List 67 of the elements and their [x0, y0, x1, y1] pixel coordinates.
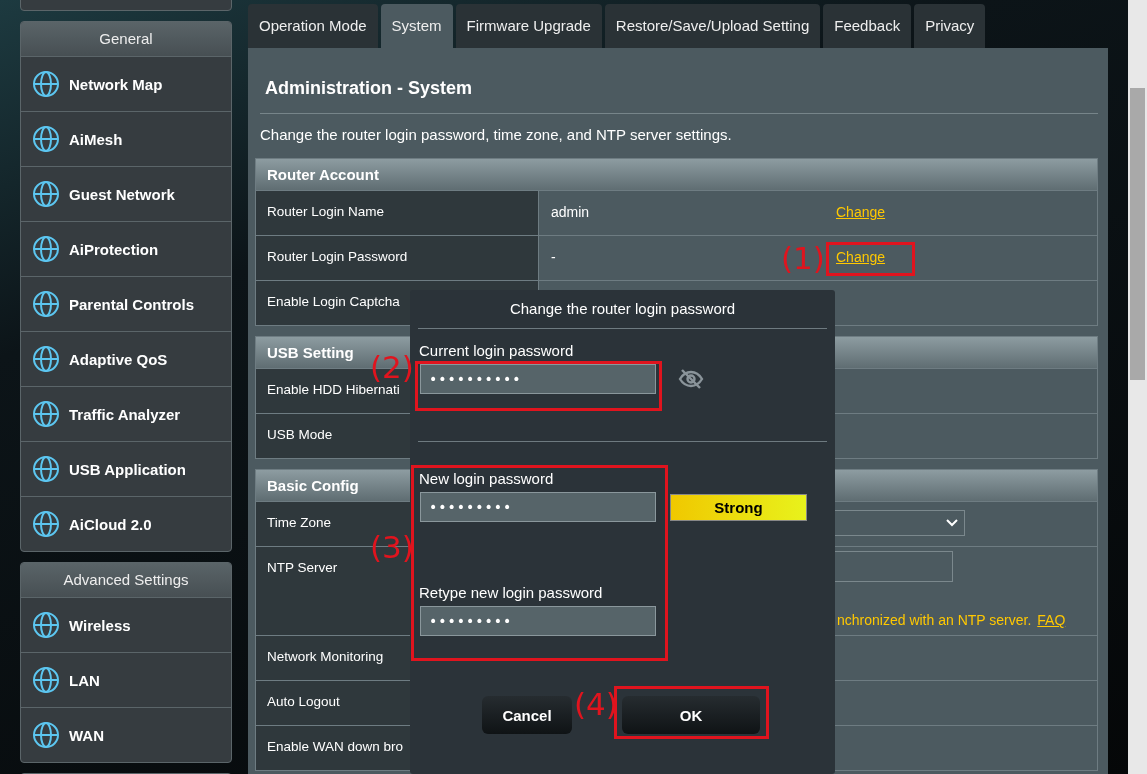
globe-icon	[31, 179, 61, 209]
tab[interactable]: Feedback	[823, 4, 912, 48]
globe-icon	[31, 454, 61, 484]
sidebar-item[interactable]: WAN	[21, 707, 231, 762]
sidebar-item[interactable]: USB Application	[21, 441, 231, 496]
tab[interactable]: Operation Mode	[248, 4, 378, 48]
sidebar-item[interactable]: LAN	[21, 652, 231, 707]
globe-icon	[31, 344, 61, 374]
setting-value: admin	[551, 204, 590, 220]
strength-meter: Strong	[670, 493, 807, 521]
password-field[interactable]: •••••••••	[420, 606, 656, 636]
setting-label: Auto Logout	[267, 694, 340, 709]
change-link[interactable]: Change	[836, 249, 886, 265]
change-link[interactable]: Change	[836, 204, 886, 220]
step-label: (4)	[574, 689, 618, 720]
step-label: (1)	[781, 243, 825, 274]
tab[interactable]: Restore/Save/Upload Setting	[604, 4, 821, 48]
tab[interactable]: System	[380, 4, 453, 48]
step-label: (3)	[370, 532, 414, 563]
chevron-icon	[946, 519, 958, 527]
globe-icon	[31, 234, 61, 264]
sidebar-heading: General	[21, 22, 231, 56]
setting-label: Enable WAN down bro	[267, 739, 404, 754]
setting-label: NTP Server	[267, 560, 338, 575]
globe-icon	[31, 399, 61, 429]
globe-icon	[31, 610, 61, 640]
field-label: New login password	[418, 469, 555, 489]
ntp-note: nchronized with an NTP server.	[837, 612, 1032, 628]
sidebar-heading: Advanced Settings	[21, 563, 231, 597]
sidebar-item[interactable]: AiProtection	[21, 221, 231, 276]
setting-label: Enable Login Captcha	[267, 294, 400, 309]
password-field[interactable]: ••••••••••	[420, 364, 656, 394]
sidebar-item[interactable]: Guest Network	[21, 166, 231, 221]
sidebar-item[interactable]: AiCloud 2.0	[21, 496, 231, 551]
globe-icon	[31, 720, 61, 750]
globe-icon	[31, 665, 61, 695]
setting-label: Time Zone	[267, 515, 332, 530]
setting-label: Network Monitoring	[267, 649, 384, 664]
sidebar-item[interactable]: Traffic Analyzer	[21, 386, 231, 441]
scrollbar-thumb[interactable]	[1130, 88, 1145, 380]
faq-link[interactable]: FAQ	[1037, 612, 1066, 628]
globe-icon	[31, 509, 61, 539]
globe-icon	[31, 289, 61, 319]
dialog-title: Change the router login password	[418, 290, 827, 329]
sidebar-item[interactable]: Adaptive QoS	[21, 331, 231, 386]
eye-slash-icon[interactable]	[678, 369, 704, 389]
tab[interactable]: Firmware Upgrade	[455, 4, 602, 48]
sidebar-item[interactable]: Wireless	[21, 597, 231, 652]
sidebar-item[interactable]: Parental Controls	[21, 276, 231, 331]
cancel-button[interactable]: Cancel	[482, 696, 572, 734]
sidebar-item[interactable]: Network Map	[21, 56, 231, 111]
password-field[interactable]: •••••••••	[420, 492, 656, 522]
page-description: Change the router login password, time zone, and NTP server settings.	[259, 125, 733, 145]
setting-label: Router Login Name	[267, 204, 385, 219]
section-header: Router Account	[256, 159, 1097, 190]
setting-value: -	[551, 249, 556, 265]
setting-label: USB Mode	[267, 427, 333, 442]
ok-button[interactable]: OK	[622, 696, 760, 734]
setting-label: Router Login Password	[267, 249, 408, 264]
field-label: Retype new login password	[418, 583, 604, 603]
sidebar-item[interactable]: AiMesh	[21, 111, 231, 166]
page-title: Administration - System	[260, 48, 1098, 114]
globe-icon	[31, 124, 61, 154]
field-label: Current login password	[418, 341, 575, 361]
globe-icon	[31, 69, 61, 99]
tab[interactable]: Privacy	[914, 4, 986, 48]
setting-label: Enable HDD Hibernati	[267, 382, 400, 397]
